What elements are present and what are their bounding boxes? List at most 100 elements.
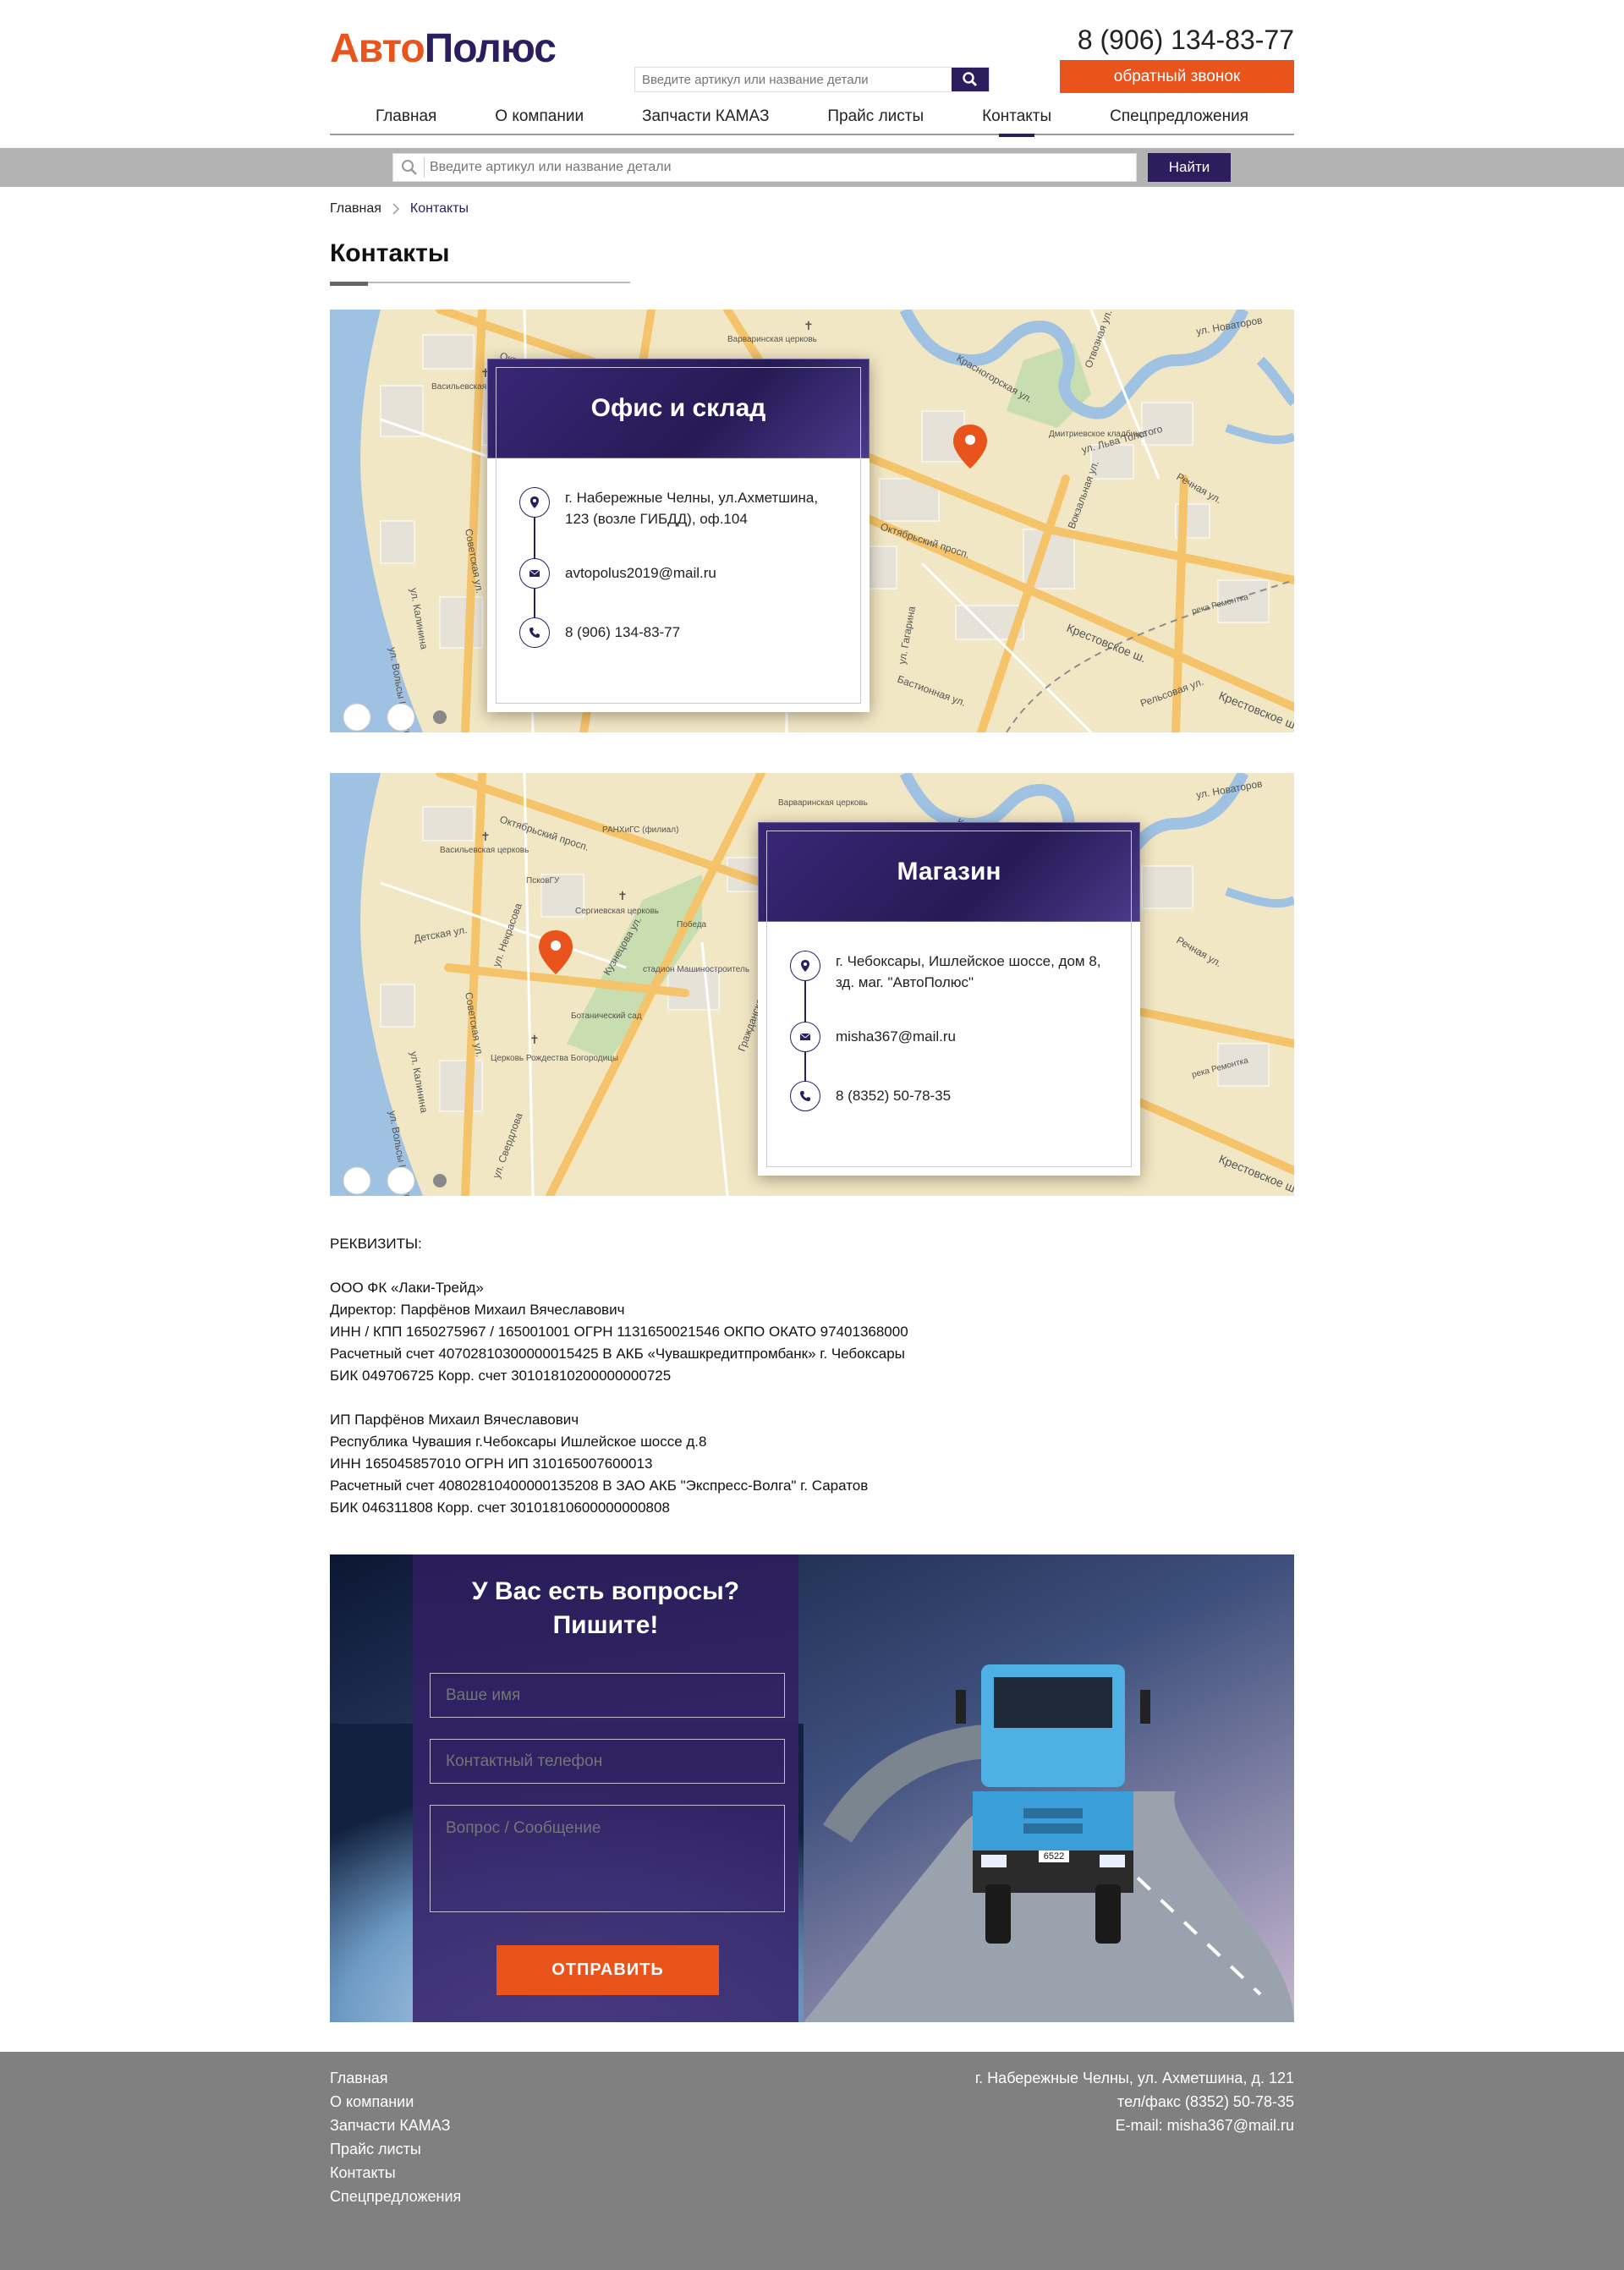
nav-item-home[interactable]: Главная xyxy=(376,101,436,134)
title-underline-accent xyxy=(330,282,368,286)
svg-text:Васильевская церковь: Васильевская церковь xyxy=(440,846,529,855)
requisites-line: ИНН 165045857010 ОГРН ИП 310165007600013 xyxy=(330,1456,653,1472)
logo-part-1: Авто xyxy=(330,26,425,71)
svg-text:Варваринская церковь: Варваринская церковь xyxy=(727,335,817,344)
header-search-button[interactable] xyxy=(952,68,989,91)
shop-address-row: г. Чебоксары, Ишлейское шоссе, дом 8, зд.… xyxy=(790,951,1101,993)
nav-item-price-lists[interactable]: Прайс листы xyxy=(827,101,924,134)
office-phone-row: 8 (906) 134-83-77 xyxy=(519,617,680,648)
svg-text:стадион Машиностроитель: стадион Машиностроитель xyxy=(643,965,749,974)
office-email[interactable]: avtopolus2019@mail.ru xyxy=(565,558,716,589)
find-button[interactable]: Найти xyxy=(1148,153,1231,182)
office-email-row: avtopolus2019@mail.ru xyxy=(519,558,716,589)
chevron-right-icon xyxy=(392,203,399,215)
requisites: РЕКВИЗИТЫ: ООО ФК «Лаки-Трейд» Директор:… xyxy=(330,1233,908,1519)
phone-icon xyxy=(519,617,550,648)
nav-item-about[interactable]: О компании xyxy=(495,101,584,134)
mail-icon xyxy=(790,1022,820,1052)
callback-button[interactable]: обратный звонок xyxy=(1060,60,1294,93)
requisites-line: Республика Чувашия г.Чебоксары Ишлейское… xyxy=(330,1434,707,1450)
nav-item-special-offers[interactable]: Спецпредложения xyxy=(1110,101,1248,134)
name-field[interactable] xyxy=(430,1673,785,1718)
svg-text:Победа: Победа xyxy=(677,919,707,929)
svg-text:ПсковГУ: ПсковГУ xyxy=(526,876,560,886)
svg-text:Дмитриевское кладбище: Дмитриевское кладбище xyxy=(1049,429,1147,439)
svg-text:РАНХиГС (филиал): РАНХиГС (филиал) xyxy=(602,825,678,835)
office-address-row: г. Набережные Челны, ул.Ахметшина, 123 (в… xyxy=(519,487,818,529)
contact-form-banner: 6522 У Вас есть вопросы? Пишите! ОТПРАВИ… xyxy=(330,1554,1294,2022)
svg-text:✝: ✝ xyxy=(529,1033,540,1046)
requisites-line: ИНН / КПП 1650275967 / 165001001 ОГРН 11… xyxy=(330,1324,908,1340)
svg-text:✝: ✝ xyxy=(617,889,628,902)
requisites-line: Директор: Парфёнов Михаил Вячеславович xyxy=(330,1302,625,1318)
svg-text:Церковь Рождества Богородицы: Церковь Рождества Богородицы xyxy=(491,1054,618,1063)
shop-email-row: misha367@mail.ru xyxy=(790,1022,956,1052)
phone-icon xyxy=(790,1081,820,1111)
search-icon xyxy=(402,160,417,175)
map-pin-icon xyxy=(519,487,550,518)
office-address-line-2: 123 (возле ГИБДД), оф.104 xyxy=(565,511,748,527)
map-pin-icon xyxy=(790,951,820,981)
footer-link-contacts[interactable]: Контакты xyxy=(330,2161,461,2185)
form-title-line-2: Пишите! xyxy=(552,1611,659,1639)
breadcrumb-current: Контакты xyxy=(409,201,469,216)
form-title-line-1: У Вас есть вопросы? xyxy=(471,1577,740,1605)
office-card-frame xyxy=(496,367,861,704)
svg-text:Варваринская церковь: Варваринская церковь xyxy=(778,798,868,808)
mail-icon xyxy=(519,558,550,589)
shop-card: Магазин г. Чебоксары, Ишлейское шоссе, д… xyxy=(758,822,1140,1176)
nav-item-kamaz-parts[interactable]: Запчасти КАМАЗ xyxy=(642,101,769,134)
title-underline xyxy=(330,282,630,283)
submit-button[interactable]: ОТПРАВИТЬ xyxy=(497,1945,719,1995)
header-search xyxy=(634,67,990,92)
footer-phone[interactable]: тел/факс (8352) 50-78-35 xyxy=(975,2090,1294,2114)
svg-text:Сергиевская церковь: Сергиевская церковь xyxy=(575,907,659,916)
footer xyxy=(0,2052,1624,2270)
footer-contacts: г. Набережные Челны, ул. Ахметшина, д. 1… xyxy=(975,2066,1294,2137)
phone-field[interactable] xyxy=(430,1739,785,1784)
message-field[interactable] xyxy=(430,1805,785,1912)
main-nav: Главная О компании Запчасти КАМАЗ Прайс … xyxy=(330,101,1294,137)
main-search-input[interactable] xyxy=(430,160,1136,175)
form-title: У Вас есть вопросы? Пишите! xyxy=(413,1575,798,1642)
requisites-heading: РЕКВИЗИТЫ: xyxy=(330,1236,422,1252)
shop-phone[interactable]: 8 (8352) 50-78-35 xyxy=(836,1081,951,1111)
shop-card-frame xyxy=(766,831,1132,1167)
requisites-line: ИП Парфёнов Михаил Вячеславович xyxy=(330,1412,579,1428)
svg-text:✝: ✝ xyxy=(804,319,814,332)
main-search xyxy=(392,153,1137,182)
logo-part-2: Полюс xyxy=(424,26,557,71)
shop-address-line-1: г. Чебоксары, Ишлейское шоссе, дом 8, xyxy=(836,953,1101,969)
breadcrumb: Главная Контакты xyxy=(330,200,469,218)
footer-link-about[interactable]: О компании xyxy=(330,2090,461,2114)
office-phone[interactable]: 8 (906) 134-83-77 xyxy=(565,617,680,648)
footer-link-price-lists[interactable]: Прайс листы xyxy=(330,2137,461,2161)
shop-address-line-2: зд. маг. "АвтоПолюс" xyxy=(836,974,974,990)
requisites-line: Расчетный счет 40802810400000135208 В ЗА… xyxy=(330,1478,869,1494)
shop-phone-row: 8 (8352) 50-78-35 xyxy=(790,1081,951,1111)
footer-link-kamaz-parts[interactable]: Запчасти КАМАЗ xyxy=(330,2114,461,2137)
map-shop[interactable]: Октябрьский просп. Советская ул. Крестов… xyxy=(330,773,1294,1196)
header-phone[interactable]: 8 (906) 134-83-77 xyxy=(1078,24,1294,56)
logo[interactable]: АвтоПолюс xyxy=(330,25,557,73)
office-address-line-1: г. Набережные Челны, ул.Ахметшина, xyxy=(565,490,819,506)
breadcrumb-home[interactable]: Главная xyxy=(330,200,381,218)
header-search-input[interactable] xyxy=(635,68,952,91)
shop-email[interactable]: misha367@mail.ru xyxy=(836,1022,956,1052)
requisites-line: Расчетный счет 40702810300000015425 В АК… xyxy=(330,1346,905,1362)
requisites-line: ООО ФК «Лаки-Трейд» xyxy=(330,1280,484,1296)
nav-item-contacts[interactable]: Контакты xyxy=(982,101,1051,137)
footer-link-home[interactable]: Главная xyxy=(330,2066,461,2090)
footer-link-special-offers[interactable]: Спецпредложения xyxy=(330,2185,461,2208)
truck-plate: 6522 xyxy=(1039,1851,1069,1862)
requisites-line: БИК 049706725 Корр. счет 301018102000000… xyxy=(330,1368,672,1384)
svg-text:✝: ✝ xyxy=(480,830,491,843)
footer-links: Главная О компании Запчасти КАМАЗ Прайс … xyxy=(330,2066,461,2208)
map-office[interactable]: Октябрьский просп. Октябрьский просп. Со… xyxy=(330,310,1294,732)
footer-email[interactable]: E-mail: misha367@mail.ru xyxy=(975,2114,1294,2137)
requisites-line: БИК 046311808 Корр. счет 301018106000000… xyxy=(330,1500,670,1516)
search-icon xyxy=(963,72,977,86)
footer-address: г. Набережные Челны, ул. Ахметшина, д. 1… xyxy=(974,2070,1294,2086)
page-title: Контакты xyxy=(330,239,450,267)
office-card: Офис и склад г. Набережные Челны, ул.Ахм… xyxy=(487,359,870,712)
